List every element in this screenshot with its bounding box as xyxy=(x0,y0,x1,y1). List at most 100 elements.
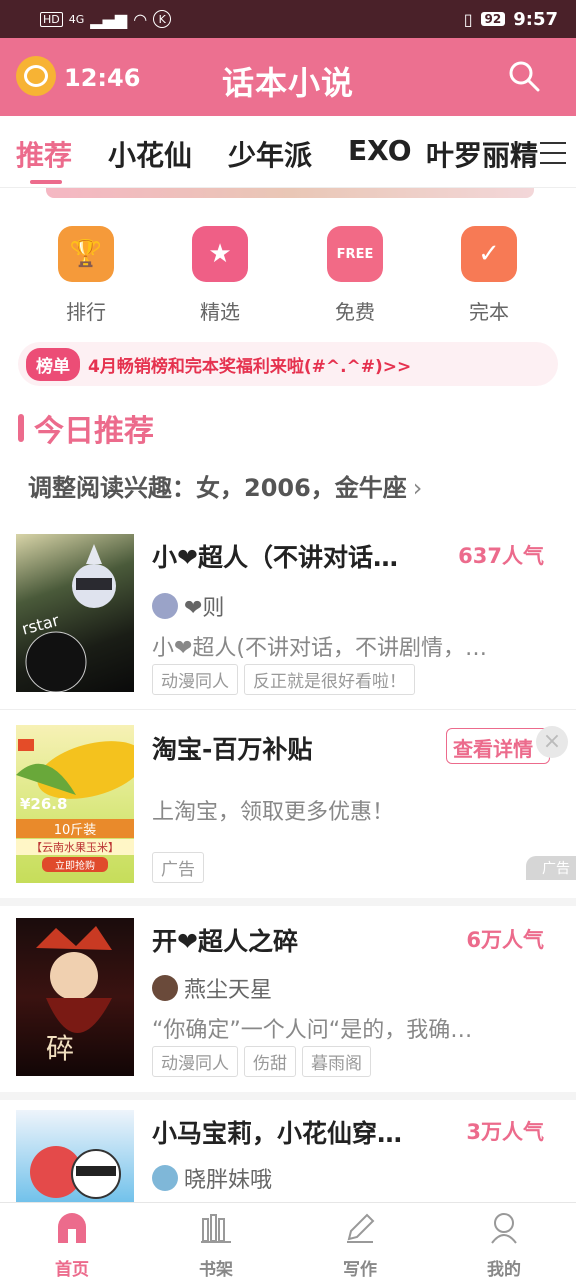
tag-list: 广告 xyxy=(152,852,204,883)
star-icon: ★ xyxy=(192,226,248,282)
section-title: 今日推荐 xyxy=(34,414,154,449)
tag[interactable]: 暮雨阁 xyxy=(302,1046,371,1077)
divider xyxy=(0,1092,576,1100)
ad-item[interactable]: ¥26.8 10斤装 【云南水果玉米】 立即抢购 淘宝-百万补贴 查看详情 × … xyxy=(0,710,576,900)
quick-link-completed[interactable]: ✓ 完本 xyxy=(434,226,544,325)
svg-text:碎: 碎 xyxy=(46,1032,74,1065)
app-title: 话本小说 xyxy=(221,64,354,102)
ad-cta[interactable]: 立即抢购 xyxy=(42,857,108,872)
carrier-icon: K xyxy=(153,10,172,28)
battery-icon: 92 xyxy=(480,12,506,26)
book-title[interactable]: 开❤超人之碎 xyxy=(152,922,298,958)
popularity: 6万人气 xyxy=(466,928,544,952)
avatar xyxy=(152,975,178,1001)
quick-link-free[interactable]: FREE 免费 xyxy=(300,226,410,325)
popularity: 3万人气 xyxy=(466,1120,544,1144)
status-bar: HD 4G ▂▄▆ ◠ K ▯ 92 9:57 xyxy=(0,0,576,38)
ad-title[interactable]: 淘宝-百万补贴 xyxy=(152,730,312,766)
author-name: 燕尘天星 xyxy=(184,978,273,1003)
bottom-nav: 首页 书架 写作 我的 xyxy=(0,1202,576,1280)
nav-label: 首页 xyxy=(55,1260,89,1280)
divider xyxy=(0,898,576,906)
nav-bookshelf[interactable]: 书架 xyxy=(166,1211,266,1280)
quick-link-label: 精选 xyxy=(200,300,240,324)
author[interactable]: 燕尘天星 xyxy=(152,972,272,1004)
active-tab-indicator xyxy=(30,180,62,184)
nav-home[interactable]: 首页 xyxy=(22,1211,122,1280)
section-accent xyxy=(18,414,24,442)
signal-icon: ▂▄▆ xyxy=(90,9,128,29)
quick-link-ranking[interactable]: 🏆 排行 xyxy=(31,226,141,325)
quick-link-featured[interactable]: ★ 精选 xyxy=(165,226,275,325)
tab-xiaohuaxian[interactable]: 小花仙 xyxy=(108,134,192,174)
tag[interactable]: 动漫同人 xyxy=(152,664,238,695)
ad-price: ¥26.8 xyxy=(20,795,68,813)
tag[interactable]: 反正就是很好看啦！ xyxy=(244,664,415,695)
nav-profile[interactable]: 我的 xyxy=(454,1211,554,1280)
menu-icon[interactable] xyxy=(540,142,566,172)
avatar xyxy=(152,1165,178,1191)
app-header: 12:46 话本小说 xyxy=(0,38,576,116)
tag[interactable]: 动漫同人 xyxy=(152,1046,238,1077)
section-header: 今日推荐 xyxy=(18,406,154,450)
hd-indicator: HD xyxy=(40,11,63,27)
quick-link-label: 排行 xyxy=(66,300,106,324)
ad-tag: 广告 xyxy=(152,852,204,883)
category-tabs: 推荐 小花仙 少年派 EXO 叶罗丽精 xyxy=(0,116,576,188)
ad-description: 上淘宝，领取更多优惠！ xyxy=(152,800,395,825)
notice-banner[interactable]: 榜单 4月畅销榜和完本奖福利来啦(#^.^#)>> xyxy=(18,342,558,386)
vibrate-icon: ▯ xyxy=(463,9,473,29)
quick-link-label: 免费 xyxy=(335,300,375,324)
book-item[interactable]: 小马宝莉，小花仙穿… 3万人气 晓胖妹哦 xyxy=(0,1100,576,1202)
notice-badge: 榜单 xyxy=(26,347,80,381)
nav-label: 写作 xyxy=(343,1260,377,1280)
tab-recommend[interactable]: 推荐 xyxy=(16,134,72,174)
checklist-icon: ✓ xyxy=(461,226,517,282)
notice-text: 4月畅销榜和完本奖福利来啦(#^.^#)>> xyxy=(88,356,412,377)
book-cover[interactable]: 碎 xyxy=(16,918,134,1076)
author-name: 晓胖妹哦 xyxy=(184,1168,273,1193)
network-indicator: 4G xyxy=(68,12,85,26)
tag[interactable]: 伤甜 xyxy=(244,1046,296,1077)
quick-links: 🏆 排行 ★ 精选 FREE 免费 ✓ 完本 xyxy=(0,226,576,326)
reading-interest-link[interactable]: 调整阅读兴趣：女，2006，金牛座 › xyxy=(28,468,422,503)
interest-text: 调整阅读兴趣：女，2006，金牛座 xyxy=(28,474,407,502)
nav-write[interactable]: 写作 xyxy=(310,1211,410,1280)
ad-image[interactable]: ¥26.8 10斤装 【云南水果玉米】 立即抢购 xyxy=(16,725,134,883)
trophy-icon: 🏆 xyxy=(58,226,114,282)
tab-exo[interactable]: EXO xyxy=(348,134,412,167)
profile-icon xyxy=(491,1213,517,1244)
book-cover[interactable]: rstar xyxy=(16,534,134,692)
book-item[interactable]: 碎 开❤超人之碎 6万人气 燕尘天星 “你确定”一个人问“是的，我确… 动漫同人… xyxy=(0,906,576,1092)
nav-label: 书架 xyxy=(199,1260,233,1280)
book-cover[interactable] xyxy=(16,1110,134,1202)
author-name: ❤则 xyxy=(184,596,225,621)
author[interactable]: ❤则 xyxy=(152,590,224,622)
book-title[interactable]: 小马宝莉，小花仙穿… xyxy=(152,1114,402,1150)
free-sign-icon: FREE xyxy=(327,226,383,282)
close-icon[interactable]: × xyxy=(536,726,568,758)
tag-list: 动漫同人 反正就是很好看啦！ xyxy=(152,664,415,695)
book-title[interactable]: 小❤超人（不讲对话… xyxy=(152,538,398,574)
tab-yeluoli[interactable]: 叶罗丽精 xyxy=(426,134,538,174)
book-description: 小❤超人(不讲对话，不讲剧情，… xyxy=(152,636,488,661)
search-icon[interactable] xyxy=(508,60,540,92)
status-time: 9:57 xyxy=(513,8,558,30)
view-details-button[interactable]: 查看详情 xyxy=(446,728,550,764)
author[interactable]: 晓胖妹哦 xyxy=(152,1162,272,1194)
nav-label: 我的 xyxy=(487,1260,521,1280)
avatar xyxy=(152,593,178,619)
popularity: 637人气 xyxy=(458,544,544,568)
ad-product: 【云南水果玉米】 xyxy=(16,839,134,855)
tab-shaonianpai[interactable]: 少年派 xyxy=(228,134,312,174)
bookshelf-icon xyxy=(201,1214,231,1243)
banner-edge[interactable] xyxy=(46,188,534,198)
ad-label: 广告 xyxy=(526,856,576,880)
ad-weight: 10斤装 xyxy=(16,819,134,838)
tag-list: 动漫同人 伤甜 暮雨阁 xyxy=(152,1046,371,1077)
quick-link-label: 完本 xyxy=(469,300,509,324)
book-description: “你确定”一个人问“是的，我确… xyxy=(152,1018,473,1043)
book-item[interactable]: rstar 小❤超人（不讲对话… 637人气 ❤则 小❤超人(不讲对话，不讲剧情… xyxy=(0,518,576,708)
wifi-icon: ◠ xyxy=(133,9,148,29)
home-icon xyxy=(58,1213,86,1243)
